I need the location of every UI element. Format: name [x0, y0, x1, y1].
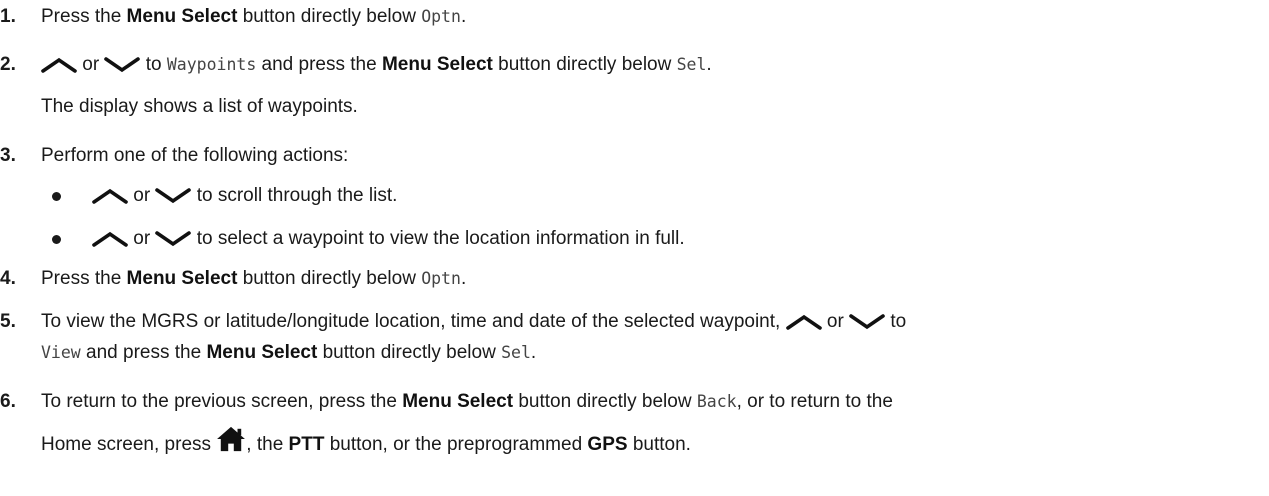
step-text: Perform one of the following actions: — [41, 145, 349, 166]
text-run: button directly below — [237, 268, 422, 289]
chevron-down-icon — [849, 314, 885, 330]
bold-run: Menu Select — [206, 342, 318, 363]
chevron-down-icon — [155, 231, 191, 247]
step-5-continued: View and press the Menu Select button di… — [41, 336, 536, 369]
text-run: button, or the preprogrammed — [324, 434, 588, 455]
text-run: Home screen, press — [41, 434, 217, 455]
step-2-note: The display shows a list of waypoints. — [41, 96, 358, 117]
text-run: . — [460, 268, 467, 289]
text-run: Press the — [41, 268, 127, 289]
text-run: to scroll through the list. — [191, 185, 398, 206]
step-number: 4. — [0, 268, 16, 289]
text-run: button directly below — [492, 54, 677, 75]
screen-label: Optn — [421, 7, 461, 26]
text-run: button directly below — [237, 6, 422, 27]
step-text: Press the Menu Select button directly be… — [41, 0, 1260, 33]
bold-run: Menu Select — [126, 6, 238, 27]
text-run: or — [821, 311, 850, 332]
text-run: and press the — [256, 54, 382, 75]
text-run: To return to the previous screen, press … — [41, 391, 403, 412]
text-run: or — [128, 228, 156, 249]
text-run: or — [77, 54, 105, 75]
chevron-up-icon — [92, 231, 128, 247]
screen-label: Waypoints — [166, 55, 257, 74]
bold-run: Menu Select — [381, 54, 493, 75]
screen-label: Sel — [676, 55, 707, 74]
bullet-dot — [52, 235, 61, 244]
bold-run: GPS — [587, 434, 628, 455]
step-text: To return to the previous screen, press … — [41, 385, 1260, 418]
text-run: . — [460, 6, 467, 27]
chevron-up-icon — [41, 57, 77, 73]
chevron-down-icon — [155, 188, 191, 204]
bold-run: Menu Select — [126, 268, 238, 289]
bullet-text: or to scroll through the list. — [92, 179, 397, 212]
step-number: 3. — [0, 145, 16, 166]
screen-label: Optn — [421, 269, 461, 288]
step-text: or to Waypoints and press the Menu Selec… — [41, 48, 1260, 81]
chevron-down-icon — [104, 57, 140, 73]
bold-run: Menu Select — [402, 391, 514, 412]
step-number: 1. — [0, 6, 16, 27]
text-run: . — [706, 54, 712, 75]
step-number: 2. — [0, 54, 16, 75]
text-run: , or to return to the — [736, 391, 893, 412]
bullet-dot — [52, 192, 61, 201]
chevron-up-icon — [92, 188, 128, 204]
step-6-continued: Home screen, press , the PTT button, or … — [41, 426, 691, 461]
step-text: Press the Menu Select button directly be… — [41, 262, 1260, 295]
text-run: , the — [246, 434, 289, 455]
text-run: button directly below — [317, 342, 502, 363]
screen-label: View — [41, 343, 81, 362]
text-run: Press the — [41, 6, 127, 27]
text-run: to — [885, 311, 907, 332]
bullet-text: or to select a waypoint to view the loca… — [92, 222, 685, 255]
step-text: To view the MGRS or latitude/longitude l… — [41, 305, 1260, 338]
step-number: 5. — [0, 311, 16, 332]
text-run: or — [128, 185, 156, 206]
text-run: to select a waypoint to view the locatio… — [191, 228, 685, 249]
procedure-document: 1. Press the Menu Select button directly… — [0, 0, 1269, 496]
text-run: . — [530, 342, 537, 363]
text-run: to — [140, 54, 167, 75]
text-run: To view the MGRS or latitude/longitude l… — [41, 311, 786, 332]
home-icon — [216, 426, 246, 452]
text-run: and press the — [80, 342, 207, 363]
chevron-up-icon — [786, 314, 822, 330]
screen-label: Back — [696, 392, 737, 411]
text-run: button directly below — [513, 391, 697, 412]
screen-label: Sel — [501, 343, 531, 362]
bold-run: PTT — [288, 434, 325, 455]
text-run: button. — [627, 434, 691, 455]
step-number: 6. — [0, 391, 16, 412]
